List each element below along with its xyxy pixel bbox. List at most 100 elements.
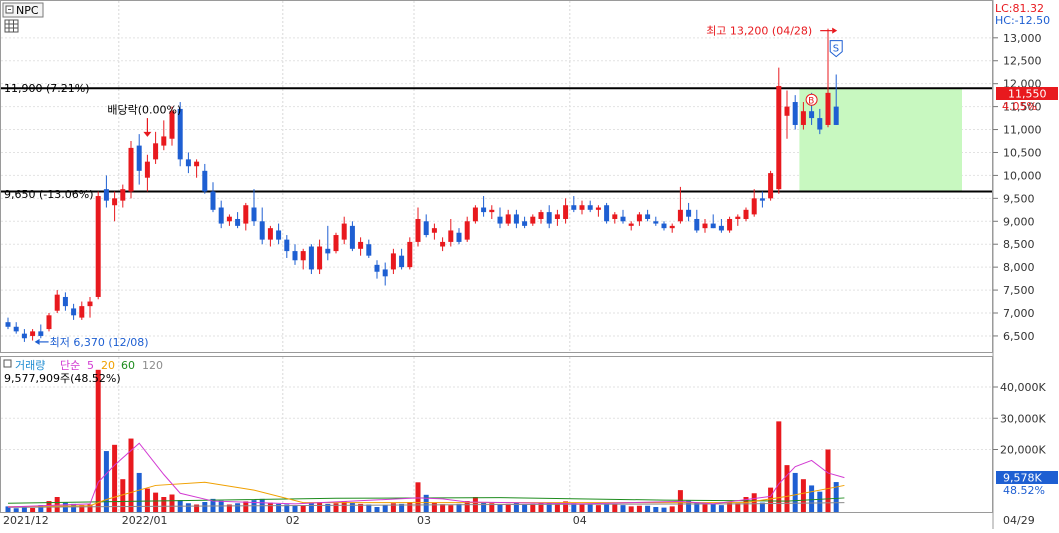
candle-body <box>800 111 806 125</box>
volume-bar <box>669 506 675 512</box>
candle-body <box>620 216 626 222</box>
candle-body <box>686 209 692 217</box>
candle-body <box>817 118 823 130</box>
candle-body <box>358 241 364 249</box>
volume-bar <box>579 503 585 512</box>
candle-body <box>497 216 503 224</box>
candle-body <box>694 218 700 231</box>
volume-bar <box>13 508 19 512</box>
candle-body <box>743 209 749 219</box>
volume-current-pct: 48.52% <box>1003 484 1045 497</box>
candle-body <box>612 214 618 219</box>
candle-body <box>144 161 150 178</box>
candle-body <box>284 239 290 252</box>
candle-body <box>235 218 241 226</box>
candle-body <box>833 106 839 125</box>
candle-body <box>727 218 733 231</box>
price-tick-label: 9,000 <box>1003 215 1035 228</box>
candle-body <box>161 136 167 146</box>
candle-body <box>128 147 134 192</box>
highlight-zone <box>799 88 962 192</box>
price-tick-label: 8,000 <box>1003 261 1035 274</box>
price-tick-label: 11,000 <box>1003 124 1042 137</box>
volume-bar <box>448 505 454 512</box>
ticker-box[interactable]: NPC <box>2 2 44 18</box>
candle-body <box>79 306 85 318</box>
candle-body <box>464 221 470 240</box>
candle-body <box>546 212 552 224</box>
volume-bar <box>185 503 191 512</box>
candle-body <box>153 143 159 160</box>
candle-body <box>292 251 298 261</box>
candle-body <box>431 228 437 233</box>
volume-bar <box>800 479 806 512</box>
candle-body <box>809 111 815 119</box>
candle-body <box>522 221 528 226</box>
volume-bar <box>710 503 716 512</box>
candle-body <box>366 244 372 256</box>
volume-bar <box>349 502 355 512</box>
candle-body <box>751 198 757 215</box>
volume-legend-title: 거래량 <box>15 359 45 372</box>
volume-bar <box>620 505 626 512</box>
buy-signal-label: B <box>808 97 814 107</box>
candle-body <box>251 207 257 222</box>
candle-body <box>21 333 27 339</box>
candle-body <box>5 322 11 327</box>
price-tick-label: 7,500 <box>1003 284 1035 297</box>
high-price-label: 최고 13,200 (04/28) <box>706 25 812 38</box>
candle-body <box>136 145 142 171</box>
candle-body <box>259 221 265 240</box>
price-tick-label: 13,000 <box>1003 32 1042 45</box>
volume-bar <box>817 491 823 512</box>
volume-bar <box>530 503 536 512</box>
candle-body <box>481 207 487 213</box>
volume-tick-label: 30,000K <box>1000 412 1046 425</box>
candle-body <box>768 173 774 199</box>
low-price-label: 최저 6,370 (12/08) <box>50 336 149 349</box>
volume-bar <box>481 502 487 512</box>
volume-bar <box>505 503 511 512</box>
volume-ma5-label: 5 <box>87 359 94 372</box>
volume-bar <box>776 421 782 512</box>
candle-body <box>267 228 273 240</box>
candle-body <box>653 221 659 224</box>
stock-chart[interactable]: 13,00012,50012,00011,50011,00010,50010,0… <box>0 0 1059 529</box>
candle-body <box>415 218 421 242</box>
candle-body <box>645 214 651 219</box>
price-tick-label: 12,500 <box>1003 55 1042 68</box>
candle-body <box>374 264 380 272</box>
candle-body <box>71 308 77 316</box>
candle-body <box>218 207 224 224</box>
ticker-label: NPC <box>16 4 39 17</box>
candle-body <box>513 214 519 224</box>
candle-body <box>54 294 60 311</box>
volume-bar <box>317 502 323 512</box>
current-price-value: 11,550 <box>1008 88 1047 101</box>
candle-body <box>382 269 388 277</box>
volume-bar <box>636 505 642 512</box>
volume-bar <box>628 506 634 512</box>
price-tick-label: 8,500 <box>1003 238 1035 251</box>
volume-bar <box>144 488 150 512</box>
grid-toggle-icon[interactable] <box>4 19 19 33</box>
candle-body <box>325 248 331 254</box>
candle-body <box>440 241 446 247</box>
candle-body <box>784 106 790 116</box>
x-axis-label: 03 <box>417 514 431 527</box>
volume-bar <box>153 492 159 512</box>
hc-scale-label: HC:-12.50 <box>995 14 1050 27</box>
candle-body <box>587 205 593 210</box>
candle-body <box>563 205 569 219</box>
candle-body <box>505 214 511 224</box>
x-axis: 2021/12 2022/01 02 03 04 04/29 <box>3 514 1035 527</box>
volume-bar <box>95 369 101 512</box>
ex-dividend-label: 배당락(0.00%) <box>107 103 181 116</box>
x-axis-label: 04/29 <box>1003 514 1035 527</box>
candle-body <box>390 253 396 270</box>
volume-bar <box>382 505 388 512</box>
volume-bar <box>300 505 306 512</box>
candle-body <box>202 170 208 192</box>
candle-body <box>825 92 831 125</box>
candle-body <box>538 212 544 219</box>
